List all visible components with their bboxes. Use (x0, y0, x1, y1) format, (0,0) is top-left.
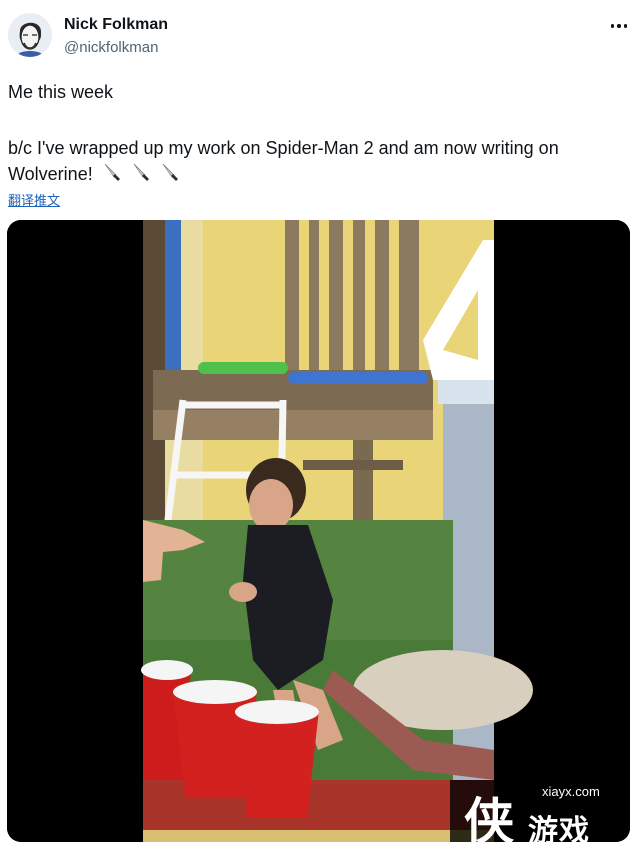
translate-tweet-link[interactable]: 翻译推文 (8, 190, 60, 209)
tweet-text-line2: b/c I've wrapped up my work on Spider-Ma… (8, 138, 559, 184)
avatar-portrait-icon (8, 13, 52, 57)
watermark-url: xiayx.com (542, 784, 600, 799)
tweet-video[interactable]: 侠 xiayx.com 游戏 (7, 220, 630, 842)
knife-icon (131, 162, 151, 189)
more-options-button[interactable] (606, 14, 632, 38)
video-frame-image (7, 220, 630, 842)
more-dot-icon (617, 24, 621, 28)
more-dot-icon (623, 24, 628, 28)
avatar[interactable] (8, 13, 52, 57)
site-watermark: 侠 xiayx.com 游戏 (450, 780, 630, 842)
tweet-header: Nick Folkman @nickfolkman (0, 0, 640, 70)
author-handle[interactable]: @nickfolkman (64, 39, 158, 56)
knife-icon (160, 162, 180, 189)
more-dot-icon (610, 24, 615, 28)
tweet-text-body: b/c I've wrapped up my work on Spider-Ma… (8, 135, 618, 189)
tweet-text-line1: Me this week (8, 82, 114, 102)
watermark-text: 游戏 (528, 815, 590, 842)
watermark-logo: 侠 (464, 792, 514, 842)
knife-icon (102, 162, 122, 189)
author-name[interactable]: Nick Folkman (64, 16, 168, 34)
